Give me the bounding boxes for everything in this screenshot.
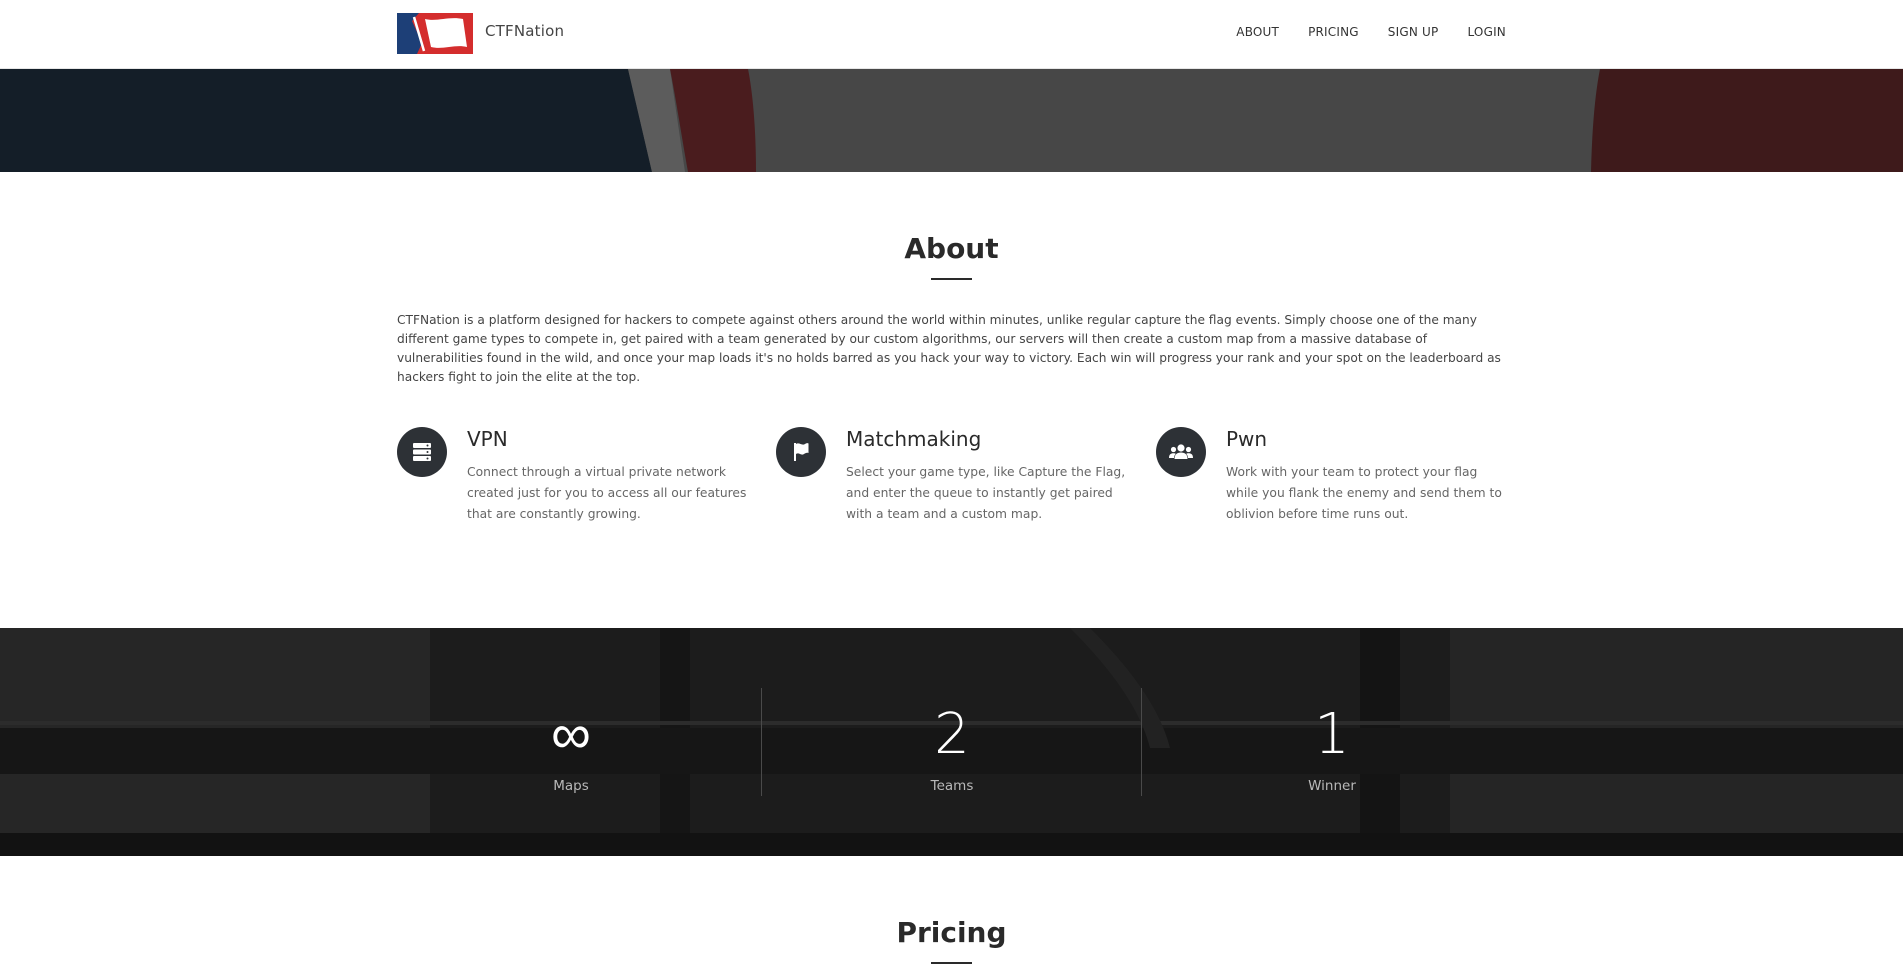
pricing-title-underline [931,962,972,964]
stat-label: Winner [1308,778,1356,794]
feature-matchmaking: Matchmaking Select your game type, like … [776,427,1136,527]
stat-winner: 1 Winner [1142,628,1522,856]
logo-icon [397,13,473,54]
about-section: About CTFNation is a platform designed f… [0,172,1903,628]
nav-about[interactable]: ABOUT [1236,25,1279,39]
stat-value: ∞ [551,702,591,767]
navbar: CTFNation ABOUT PRICING SIGN UP LOGIN [0,0,1903,69]
pricing-title: Pricing [896,916,1007,949]
users-icon [1156,427,1206,477]
pricing-section: Pricing [0,856,1903,972]
feature-title: Pwn [1226,427,1268,451]
stat-value: 2 [934,702,970,767]
feature-pwn: Pwn Work with your team to protect your … [1156,427,1516,527]
nav-pricing[interactable]: PRICING [1308,25,1359,39]
brand-link[interactable]: CTFNation [397,13,564,54]
about-description: CTFNation is a platform designed for hac… [397,313,1501,384]
stat-maps: ∞ Maps [381,628,761,856]
stat-label: Teams [930,778,974,794]
stat-label: Maps [553,778,589,794]
server-icon [397,427,447,477]
feature-title: Matchmaking [846,427,982,451]
feature-title: VPN [467,427,508,451]
feature-text: Select your game type, like Capture the … [846,465,1126,521]
nav-sign-up[interactable]: SIGN UP [1388,25,1439,39]
flag-icon [776,427,826,477]
nav-login[interactable]: LOGIN [1467,25,1506,39]
nav-links: ABOUT PRICING SIGN UP LOGIN [1207,25,1506,39]
feature-text: Work with your team to protect your flag… [1226,465,1502,521]
about-title: About [904,232,999,265]
about-title-underline [931,278,972,280]
brand-name: CTFNation [485,22,565,40]
hero-banner [0,69,1903,172]
stats-section: ∞ Maps 2 Teams 1 Winner [0,628,1903,856]
hero-background [0,69,1903,172]
stat-value: 1 [1314,702,1350,767]
feature-text: Connect through a virtual private networ… [467,465,747,521]
feature-vpn: VPN Connect through a virtual private ne… [397,427,757,527]
stat-teams: 2 Teams [762,628,1142,856]
